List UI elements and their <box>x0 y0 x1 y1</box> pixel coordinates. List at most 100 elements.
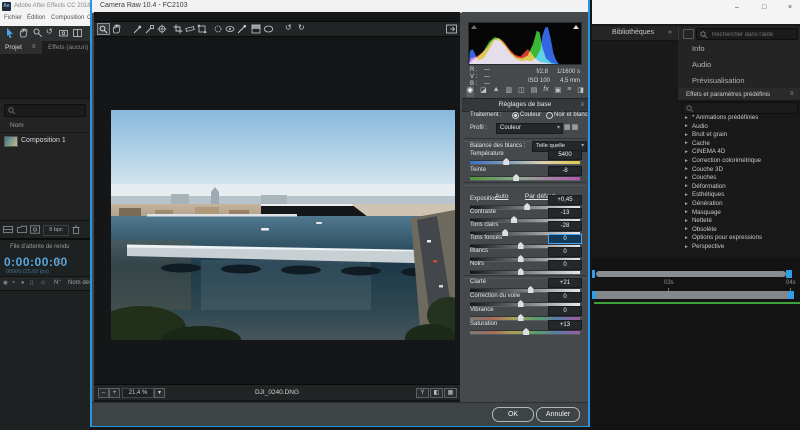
tab-effects-icon[interactable]: fx <box>543 86 548 97</box>
menu-edition[interactable]: Édition <box>27 15 45 21</box>
profile-select[interactable]: Couleur ▾ <box>496 123 563 134</box>
solo-icon[interactable]: ● <box>21 280 24 286</box>
project-search-input[interactable] <box>4 104 86 117</box>
tab-camera-calibration-icon[interactable]: ▣ <box>555 86 562 97</box>
expand-icon[interactable]: ► <box>684 226 689 232</box>
menu-fichier[interactable]: Fichier <box>4 15 22 21</box>
tab-bibliotheques[interactable]: Bibliothèques <box>612 29 654 36</box>
slider-track[interactable] <box>470 330 580 335</box>
preview-toggle-icon[interactable]: Y <box>416 388 429 398</box>
zoom-tool-icon[interactable] <box>97 23 110 35</box>
camera-tool-icon[interactable] <box>59 29 68 37</box>
expand-icon[interactable]: ► <box>684 244 689 250</box>
tab-lens-corrections-icon[interactable]: ▤ <box>531 86 538 97</box>
new-composition-icon[interactable] <box>30 225 40 234</box>
hand-tool-icon[interactable] <box>111 24 122 34</box>
color-sampler-tool-icon[interactable] <box>145 24 156 34</box>
slider-value-field[interactable]: -28 <box>548 221 582 231</box>
panel-menu-icon[interactable]: ≡ <box>790 91 794 97</box>
panel-info[interactable]: Info <box>678 40 800 57</box>
tab-projet[interactable]: Projet ≡ <box>0 41 42 54</box>
tab-tone-curve-icon[interactable]: ◪ <box>480 86 487 97</box>
expand-icon[interactable]: ► <box>684 140 689 146</box>
grid-view-icon[interactable]: ▦ <box>444 388 457 398</box>
tab-snapshots-icon[interactable]: ◨ <box>577 86 584 97</box>
expand-icon[interactable]: ► <box>684 192 689 198</box>
slider-value-field-selected[interactable]: 0 <box>548 234 582 244</box>
panel-menu-icon[interactable]: ≡ <box>32 44 36 50</box>
slider-value-field[interactable]: +0,45 <box>548 195 582 205</box>
radial-filter-tool-icon[interactable] <box>263 24 274 34</box>
profile-browser-icon[interactable]: ▦▦ <box>564 123 579 131</box>
radio-couleur[interactable] <box>512 112 519 119</box>
minimize-icon[interactable]: – <box>735 4 739 11</box>
slider-value-field[interactable]: +21 <box>548 278 582 288</box>
ok-button[interactable]: OK <box>492 407 534 422</box>
interpret-footage-icon[interactable] <box>3 225 13 234</box>
slider-value-field[interactable]: 0 <box>548 247 582 257</box>
shadow-clipping-icon[interactable] <box>471 25 477 29</box>
new-folder-icon[interactable] <box>17 225 27 234</box>
red-eye-tool-icon[interactable] <box>225 24 236 34</box>
project-item-composition[interactable]: Composition 1 <box>0 134 90 148</box>
column-number[interactable]: N° <box>54 280 61 286</box>
scrollbar-handle-left[interactable] <box>592 270 595 278</box>
tab-detail-icon[interactable]: ▲ <box>493 86 500 97</box>
timeline-horizontal-scrollbar[interactable] <box>596 271 786 277</box>
selection-tool-icon[interactable] <box>5 28 14 38</box>
tab-basic-icon[interactable]: ◉ <box>466 86 474 97</box>
audio-icon[interactable]: ◓ <box>12 280 15 286</box>
expand-icon[interactable]: ► <box>684 201 689 207</box>
lock-icon[interactable]: ▯ <box>30 280 33 286</box>
rotate-right-icon[interactable]: ↻ <box>298 23 305 32</box>
slider-value-field[interactable]: +13 <box>548 320 582 330</box>
slider-value-field[interactable]: -8 <box>548 166 582 176</box>
panel-audio[interactable]: Audio <box>678 56 800 73</box>
effects-category-item[interactable]: ►Perspective <box>684 243 724 252</box>
tab-render-queue[interactable]: File d'attente de rendu <box>10 244 70 250</box>
bit-depth-badge[interactable]: 8 bpc <box>43 225 69 236</box>
expand-icon[interactable]: ► <box>684 158 689 164</box>
slider-value-field[interactable]: 0 <box>548 292 582 302</box>
close-icon[interactable]: × <box>788 4 792 11</box>
panel-previsualisation[interactable]: Prévisualisation <box>678 72 800 89</box>
straighten-tool-icon[interactable] <box>185 24 196 34</box>
slider-value-field[interactable]: 0 <box>548 260 582 270</box>
slider-track[interactable] <box>470 176 580 181</box>
expand-icon[interactable]: ► <box>684 209 689 215</box>
histogram[interactable] <box>468 22 582 65</box>
slider-thumb[interactable] <box>513 174 519 181</box>
slider-thumb[interactable] <box>518 314 524 321</box>
hand-tool-icon[interactable] <box>19 28 28 38</box>
adjustment-brush-tool-icon[interactable] <box>237 24 248 34</box>
expand-icon[interactable]: ► <box>684 132 689 138</box>
label-icon[interactable]: ◇ <box>41 280 45 286</box>
panel-menu-icon[interactable]: ≡ <box>580 99 584 111</box>
maximize-icon[interactable]: □ <box>762 4 766 11</box>
transform-tool-icon[interactable] <box>197 24 208 34</box>
slider-track[interactable] <box>470 160 580 165</box>
photo-preview[interactable] <box>111 110 455 340</box>
slider-value-field[interactable]: 0 <box>548 306 582 316</box>
toggle-fullscreen-icon[interactable] <box>446 24 457 34</box>
slider-thumb[interactable] <box>518 268 524 275</box>
tab-hsl-icon[interactable]: ▥ <box>506 86 513 97</box>
slider-value-field[interactable]: -13 <box>548 208 582 218</box>
expand-icon[interactable]: ► <box>684 218 689 224</box>
before-after-view-icon[interactable]: ◧ <box>430 388 443 398</box>
tab-presets-icon[interactable]: ≡ <box>567 86 571 97</box>
expand-icon[interactable]: ► <box>684 149 689 155</box>
expand-icon[interactable]: ► <box>684 123 689 129</box>
effects-search-input[interactable] <box>682 102 798 114</box>
work-area-start-handle[interactable] <box>592 291 596 299</box>
white-balance-tool-icon[interactable] <box>133 24 144 34</box>
slider-thumb[interactable] <box>523 328 529 335</box>
rotate-tool-icon[interactable]: ↺ <box>46 27 53 36</box>
crop-tool-icon[interactable] <box>173 24 184 34</box>
expand-icon[interactable]: ► <box>684 115 689 121</box>
tab-split-toning-icon[interactable]: ◫ <box>518 86 525 97</box>
slider-value-field[interactable]: 5400 <box>548 150 582 160</box>
trash-icon[interactable] <box>72 225 80 234</box>
graduated-filter-tool-icon[interactable] <box>251 24 262 34</box>
eye-icon[interactable]: ◉ <box>3 280 8 286</box>
